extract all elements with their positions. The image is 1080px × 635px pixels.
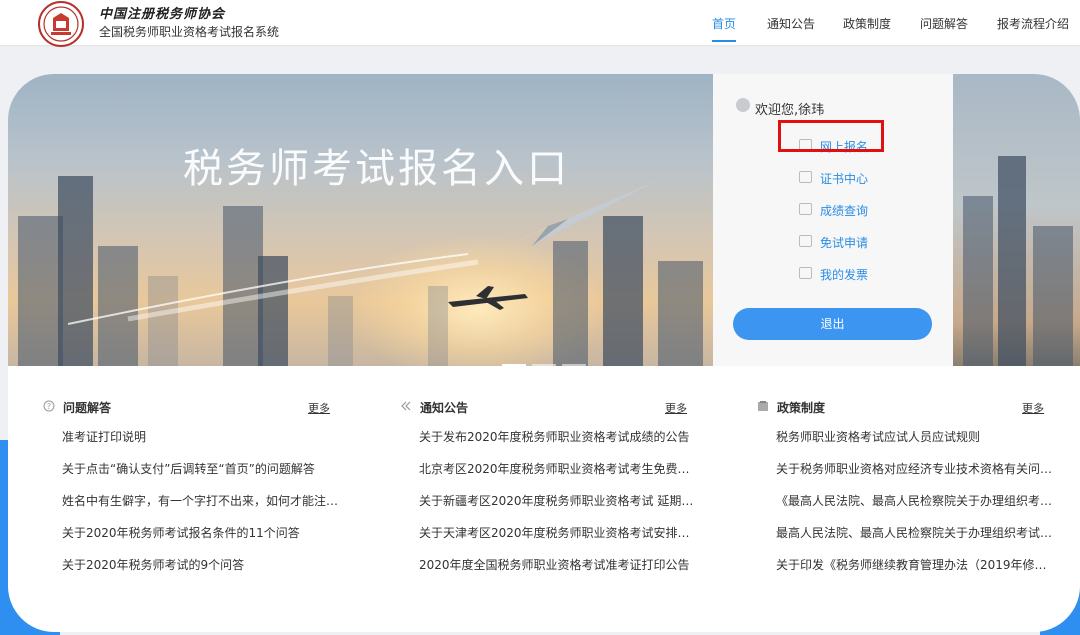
certificate-icon bbox=[799, 171, 812, 183]
list-item[interactable]: 税务师职业资格考试应试人员应试规则 bbox=[776, 428, 1058, 460]
question-circle-icon: ? bbox=[43, 400, 55, 412]
main-card: 税务师考试报名入口 欢迎您,徐玮 网上报名 证书中心 成绩查询 免试申请 我的发… bbox=[8, 74, 1080, 632]
nav-notices[interactable]: 通知公告 bbox=[767, 15, 815, 32]
more-link[interactable]: 更多 bbox=[665, 400, 687, 416]
nav-active-indicator bbox=[712, 40, 736, 42]
welcome-text: 欢迎您,徐玮 bbox=[755, 103, 825, 118]
section-title: 通知公告 bbox=[420, 401, 469, 415]
list-item[interactable]: 2020年度全国税务师职业资格考试准考证打印公告 bbox=[419, 556, 701, 588]
building bbox=[963, 196, 993, 366]
building bbox=[1033, 226, 1073, 366]
menu-label: 证书中心 bbox=[820, 172, 869, 186]
brand-name: 中国注册税务师协会 bbox=[99, 7, 226, 22]
list-item[interactable]: 关于印发《税务师继续教育管理办法（2019年修订）》... bbox=[776, 556, 1058, 588]
more-link[interactable]: 更多 bbox=[308, 400, 330, 416]
invoice-icon bbox=[799, 267, 812, 279]
book-icon bbox=[758, 401, 768, 411]
user-panel: 欢迎您,徐玮 网上报名 证书中心 成绩查询 免试申请 我的发票 退出 bbox=[713, 74, 953, 366]
list-item[interactable]: 关于2020年税务师考试的9个问答 bbox=[62, 556, 344, 588]
list-item[interactable]: 北京考区2020年度税务师职业资格考试考生免费核酸检... bbox=[419, 460, 701, 492]
notices-list: 关于发布2020年度税务师职业资格考试成绩的公告 北京考区2020年度税务师职业… bbox=[419, 428, 701, 588]
nav-home[interactable]: 首页 bbox=[712, 15, 736, 32]
section-title: 政策制度 bbox=[777, 401, 826, 415]
banner-carousel[interactable]: 税务师考试报名入口 bbox=[8, 74, 713, 366]
logout-button[interactable]: 退出 bbox=[733, 308, 932, 340]
more-link[interactable]: 更多 bbox=[1022, 400, 1044, 416]
edit-form-icon bbox=[799, 235, 812, 247]
carousel-dot[interactable] bbox=[562, 364, 586, 366]
carousel-dot[interactable] bbox=[532, 364, 556, 366]
svg-text:?: ? bbox=[47, 402, 51, 411]
section-title: 问题解答 bbox=[63, 401, 112, 415]
list-item[interactable]: 关于天津考区2020年度税务师职业资格考试安排的公告 bbox=[419, 524, 701, 556]
list-item[interactable]: 准考证打印说明 bbox=[62, 428, 344, 460]
banner-title: 税务师考试报名入口 bbox=[183, 146, 570, 192]
faq-list: 准考证打印说明 关于点击“确认支付”后调转至“首页”的问题解答 姓名中有生僻字，… bbox=[62, 428, 344, 588]
list-item[interactable]: 关于发布2020年度税务师职业资格考试成绩的公告 bbox=[419, 428, 701, 460]
list-item[interactable]: 关于点击“确认支付”后调转至“首页”的问题解答 bbox=[62, 460, 344, 492]
list-item[interactable]: 关于新疆考区2020年度税务师职业资格考试 延期的公告 bbox=[419, 492, 701, 524]
banner-side-image bbox=[953, 74, 1080, 366]
list-item[interactable]: 最高人民法院、最高人民检察院关于办理组织考试作弊... bbox=[776, 524, 1058, 556]
user-avatar-icon bbox=[736, 98, 750, 112]
carousel-dot[interactable] bbox=[502, 364, 526, 366]
nav-process[interactable]: 报考流程介绍 bbox=[997, 15, 1069, 32]
policy-list: 税务师职业资格考试应试人员应试规则 关于税务师职业资格对应经济专业技术资格有关问… bbox=[776, 428, 1058, 588]
menu-label: 我的发票 bbox=[820, 268, 869, 282]
system-name: 全国税务师职业资格考试报名系统 bbox=[99, 25, 280, 39]
paper-plane-icon bbox=[67, 181, 656, 325]
menu-label: 免试申请 bbox=[820, 236, 869, 250]
top-header: 中国注册税务师协会 全国税务师职业资格考试报名系统 首页 通知公告 政策制度 问… bbox=[0, 0, 1080, 48]
airplane-icon bbox=[448, 286, 528, 310]
list-item[interactable]: 关于税务师职业资格对应经济专业技术资格有关问题的... bbox=[776, 460, 1058, 492]
list-item[interactable]: 《最高人民法院、最高人民检察院关于办理组织考试作... bbox=[776, 492, 1058, 524]
menu-label: 成绩查询 bbox=[820, 204, 869, 218]
association-logo-icon[interactable] bbox=[37, 0, 85, 48]
nav-faq[interactable]: 问题解答 bbox=[920, 15, 968, 32]
score-report-icon bbox=[799, 203, 812, 215]
list-item[interactable]: 关于2020年税务师考试报名条件的11个问答 bbox=[62, 524, 344, 556]
building bbox=[998, 156, 1026, 366]
list-item[interactable]: 姓名中有生僻字，有一个字打不出来，如何才能注册成... bbox=[62, 492, 344, 524]
double-chevron-left-icon bbox=[401, 401, 411, 411]
nav-policy[interactable]: 政策制度 bbox=[843, 15, 891, 32]
score-query-highlight-box bbox=[778, 120, 884, 152]
carousel-indicators bbox=[502, 351, 592, 366]
